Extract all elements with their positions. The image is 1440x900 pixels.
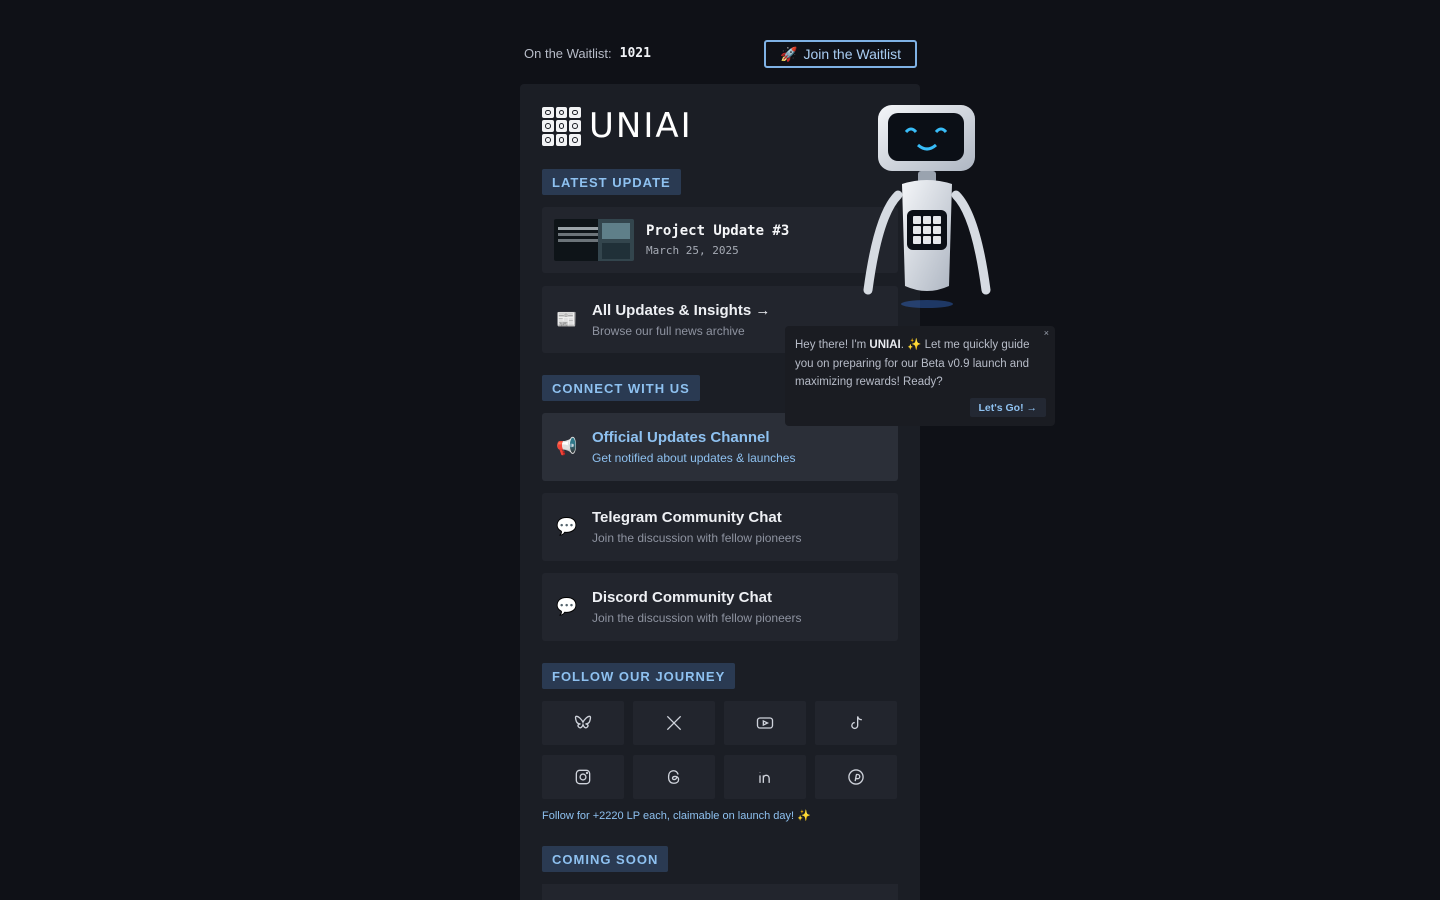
instagram-icon xyxy=(575,769,591,785)
channel-subtitle: Get notified about updates & launches xyxy=(592,451,796,465)
tiktok-link[interactable] xyxy=(815,701,897,745)
assistant-tooltip: × Hey there! I'm UNIAI. ✨ Let me quickly… xyxy=(785,326,1055,426)
waitlist-counter: On the Waitlist: 1021 xyxy=(524,46,651,61)
section-coming-soon: COMING SOON xyxy=(542,846,669,872)
discord-chat-link[interactable]: 💬 Discord Community Chat Join the discus… xyxy=(542,573,898,641)
x-icon xyxy=(666,715,682,731)
linkedin-link[interactable] xyxy=(724,755,806,799)
bluesky-icon xyxy=(574,715,592,729)
latest-update-card[interactable]: Project Update #3 March 25, 2025 xyxy=(542,207,898,273)
linkedin-icon xyxy=(759,772,770,783)
logo[interactable]: UNIAI xyxy=(542,106,693,146)
discord-subtitle: Join the discussion with fellow pioneers xyxy=(592,611,802,625)
assistant-message: Hey there! I'm UNIAI. ✨ Let me quickly g… xyxy=(795,339,1030,388)
follow-reward-note: Follow for +2220 LP each, claimable on l… xyxy=(542,810,811,822)
telegram-title: Telegram Community Chat xyxy=(592,509,782,526)
logo-mark-icon xyxy=(542,106,581,146)
lets-go-button[interactable]: Let's Go! → xyxy=(969,398,1046,417)
discord-title: Discord Community Chat xyxy=(592,589,773,606)
telegram-subtitle: Join the discussion with fellow pioneers xyxy=(592,531,802,545)
brand-name: UNIAI xyxy=(589,106,693,146)
waitlist-label: On the Waitlist: xyxy=(524,46,612,61)
top-bar: On the Waitlist: 1021 🚀 Join the Waitlis… xyxy=(520,40,920,68)
section-connect: CONNECT WITH US xyxy=(542,375,700,401)
all-updates-title: All Updates & Insights → xyxy=(592,301,771,319)
newspaper-icon: 📰 xyxy=(556,309,578,329)
youtube-link[interactable] xyxy=(724,701,806,745)
threads-link[interactable] xyxy=(633,755,715,799)
tiktok-icon xyxy=(851,716,862,730)
update-thumbnail xyxy=(554,219,634,261)
pinterest-link[interactable] xyxy=(815,755,897,799)
rocket-icon: 🚀 xyxy=(780,45,798,62)
instagram-link[interactable] xyxy=(542,755,624,799)
speech-bubble-icon: 💬 xyxy=(556,517,578,536)
social-links xyxy=(542,701,898,799)
close-icon[interactable]: × xyxy=(1044,328,1049,338)
waitlist-count: 1021 xyxy=(619,46,651,61)
youtube-icon xyxy=(756,717,774,729)
section-latest-update: LATEST UPDATE xyxy=(542,169,681,195)
threads-icon xyxy=(667,770,680,784)
pinterest-icon xyxy=(848,769,864,785)
robot-mascot-icon[interactable] xyxy=(850,100,1005,315)
telegram-chat-link[interactable]: 💬 Telegram Community Chat Join the discu… xyxy=(542,493,898,561)
channel-title: Official Updates Channel xyxy=(592,429,770,446)
join-waitlist-button[interactable]: 🚀 Join the Waitlist xyxy=(764,40,917,68)
coming-soon-card xyxy=(542,884,898,900)
all-updates-subtitle: Browse our full news archive xyxy=(592,323,745,338)
update-title: Project Update #3 xyxy=(646,223,790,239)
join-waitlist-label: Join the Waitlist xyxy=(803,46,901,62)
megaphone-icon: 📢 xyxy=(556,437,578,456)
bluesky-link[interactable] xyxy=(542,701,624,745)
section-follow: FOLLOW OUR JOURNEY xyxy=(542,663,736,689)
x-link[interactable] xyxy=(633,701,715,745)
update-date: March 25, 2025 xyxy=(646,244,739,257)
speech-bubble-icon: 💬 xyxy=(556,597,578,616)
